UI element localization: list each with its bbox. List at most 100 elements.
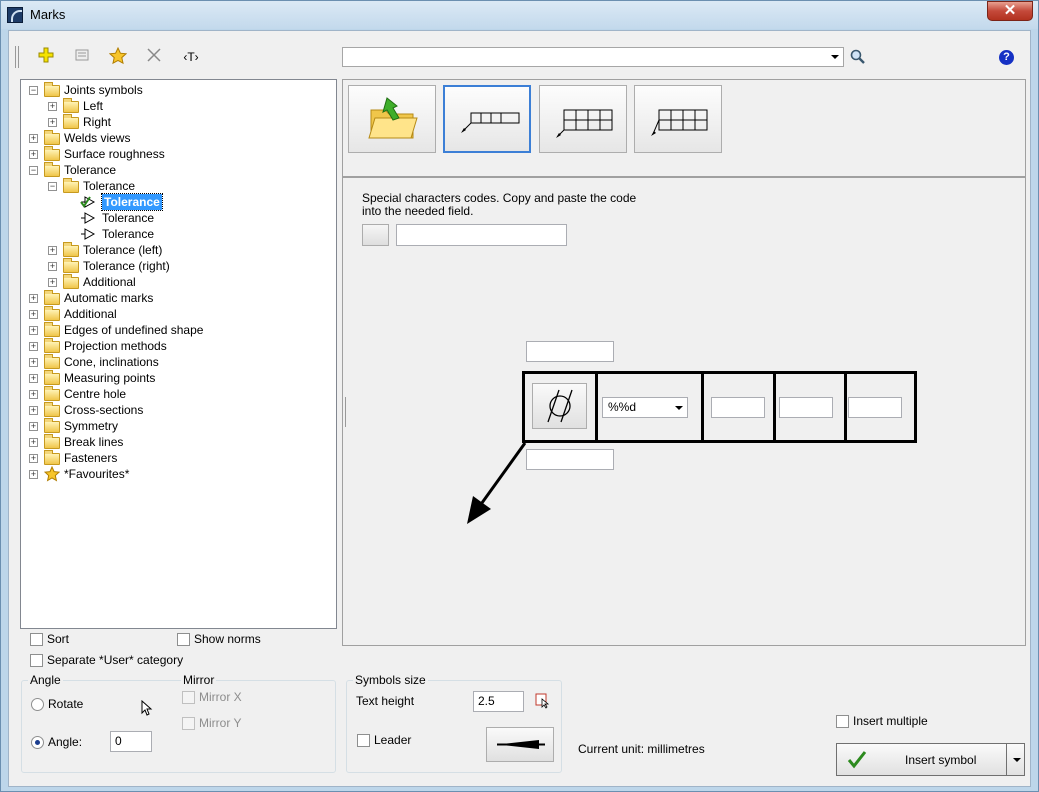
text-height-input[interactable]: 2.5 bbox=[473, 691, 524, 712]
tree-node[interactable]: + Welds views bbox=[21, 130, 336, 146]
tree-node[interactable]: − Tolerance bbox=[21, 162, 336, 178]
tree-node-label: Break lines bbox=[64, 435, 124, 449]
tree-node[interactable]: + Cross-sections bbox=[21, 402, 336, 418]
expand-icon[interactable]: + bbox=[48, 262, 57, 271]
leader-style-button[interactable] bbox=[486, 727, 554, 762]
folder-icon bbox=[44, 290, 60, 305]
chevron-down-icon[interactable] bbox=[1013, 758, 1021, 762]
delete-button[interactable] bbox=[144, 47, 164, 67]
rotate-radio[interactable]: Rotate bbox=[31, 697, 83, 713]
splitter-handle[interactable] bbox=[345, 397, 347, 427]
tree-node[interactable]: + Projection methods bbox=[21, 338, 336, 354]
insert-symbol-button[interactable]: Insert symbol bbox=[836, 743, 1025, 776]
expand-icon[interactable]: + bbox=[29, 422, 38, 431]
expand-icon[interactable]: + bbox=[29, 470, 38, 479]
leader-checkbox[interactable]: Leader bbox=[357, 733, 411, 749]
search-combo[interactable] bbox=[342, 47, 844, 67]
tree-node[interactable]: + Centre hole bbox=[21, 386, 336, 402]
expand-icon[interactable]: + bbox=[29, 342, 38, 351]
search-button[interactable] bbox=[849, 48, 867, 66]
tree-node[interactable]: − Joints symbols bbox=[21, 82, 336, 98]
expand-icon[interactable]: + bbox=[29, 150, 38, 159]
sort-checkbox[interactable]: Sort bbox=[30, 632, 69, 648]
tree-node-label: Additional bbox=[83, 275, 136, 289]
frame-bottom-field[interactable] bbox=[526, 449, 614, 470]
angle-input[interactable]: 0 bbox=[110, 731, 152, 752]
separate-user-checkbox[interactable]: Separate *User* category bbox=[30, 653, 183, 669]
tree-node[interactable]: + Edges of undefined shape bbox=[21, 322, 336, 338]
expand-icon[interactable]: + bbox=[29, 454, 38, 463]
favourite-button[interactable] bbox=[108, 46, 128, 67]
mirror-x-checkbox[interactable]: Mirror X bbox=[182, 690, 242, 706]
collapse-icon[interactable]: − bbox=[29, 86, 38, 95]
show-norms-checkbox[interactable]: Show norms bbox=[177, 632, 261, 648]
tree-node-label: Tolerance bbox=[102, 211, 155, 225]
expand-icon[interactable]: + bbox=[48, 118, 57, 127]
pick-from-drawing-icon[interactable] bbox=[535, 693, 551, 709]
tolerance-value-dropdown[interactable]: %%d bbox=[602, 397, 688, 418]
toolbar-grip[interactable] bbox=[15, 46, 19, 68]
tree-node[interactable]: + Automatic marks bbox=[21, 290, 336, 306]
expand-icon[interactable]: + bbox=[48, 246, 57, 255]
frame-top-field[interactable] bbox=[526, 341, 614, 362]
expand-icon[interactable]: + bbox=[29, 374, 38, 383]
insert-multiple-checkbox[interactable]: Insert multiple bbox=[836, 714, 928, 730]
mirror-y-checkbox[interactable]: Mirror Y bbox=[182, 716, 241, 732]
thumb-tolerance-1[interactable] bbox=[443, 85, 531, 153]
close-button[interactable]: ✕ bbox=[987, 1, 1033, 21]
expand-icon[interactable]: + bbox=[29, 294, 38, 303]
symbol-tree[interactable]: − Joints symbols + Left + Right + Welds views + S… bbox=[20, 79, 337, 629]
tree-node-label: Cross-sections bbox=[64, 403, 144, 417]
tolerance-value-text: %%d bbox=[608, 400, 637, 414]
expand-icon[interactable]: + bbox=[29, 134, 38, 143]
tree-node[interactable]: + Tolerance (left) bbox=[21, 242, 336, 258]
angle-radio[interactable]: Angle: bbox=[31, 735, 82, 751]
add-icon bbox=[38, 47, 54, 63]
datum-a-field[interactable] bbox=[711, 397, 765, 418]
tree-node[interactable]: + Additional bbox=[21, 274, 336, 290]
expand-icon[interactable]: + bbox=[29, 326, 38, 335]
tree-node[interactable]: + Surface roughness bbox=[21, 146, 336, 162]
properties-icon bbox=[75, 49, 89, 61]
thumb-open-folder[interactable] bbox=[348, 85, 436, 153]
tree-node[interactable]: + Symmetry bbox=[21, 418, 336, 434]
expand-icon[interactable]: + bbox=[29, 406, 38, 415]
collapse-icon[interactable]: − bbox=[48, 182, 57, 191]
datum-b-field[interactable] bbox=[779, 397, 833, 418]
search-icon bbox=[850, 49, 865, 64]
thumb-tolerance-2[interactable] bbox=[539, 85, 627, 153]
properties-button[interactable] bbox=[72, 47, 92, 67]
title-bar: Marks ✕ bbox=[1, 1, 1038, 29]
expand-icon[interactable]: + bbox=[29, 358, 38, 367]
special-chars-code-field[interactable] bbox=[396, 224, 567, 246]
datum-c-field[interactable] bbox=[848, 397, 902, 418]
thumb-tolerance-3[interactable] bbox=[634, 85, 722, 153]
tree-node[interactable]: + *Favourites* bbox=[21, 466, 336, 482]
tree-node[interactable]: + Tolerance (right) bbox=[21, 258, 336, 274]
special-chars-button[interactable] bbox=[362, 224, 389, 246]
expand-icon[interactable]: + bbox=[29, 310, 38, 319]
tree-node[interactable]: + Right bbox=[21, 114, 336, 130]
tree-node[interactable]: − Tolerance bbox=[21, 178, 336, 194]
insert-symbol-label: Insert symbol bbox=[905, 753, 977, 767]
expand-icon[interactable]: + bbox=[48, 278, 57, 287]
tree-node[interactable]: + Additional bbox=[21, 306, 336, 322]
tree-node[interactable]: + Fasteners bbox=[21, 450, 336, 466]
collapse-icon[interactable]: − bbox=[29, 166, 38, 175]
mirror-group-title: Mirror bbox=[181, 673, 217, 687]
tree-node[interactable]: Tolerance bbox=[21, 193, 336, 211]
tree-node[interactable]: + Left bbox=[21, 98, 336, 114]
tree-node[interactable]: Tolerance bbox=[21, 210, 336, 226]
show-norms-label: Show norms bbox=[194, 632, 261, 646]
tree-node[interactable]: + Measuring points bbox=[21, 370, 336, 386]
expand-icon[interactable]: + bbox=[29, 438, 38, 447]
characteristic-symbol-button[interactable] bbox=[532, 383, 587, 429]
help-icon[interactable]: ? bbox=[999, 50, 1014, 65]
text-icon[interactable]: ‹T› bbox=[179, 47, 203, 67]
expand-icon[interactable]: + bbox=[29, 390, 38, 399]
tree-node[interactable]: + Cone, inclinations bbox=[21, 354, 336, 370]
tree-node[interactable]: + Break lines bbox=[21, 434, 336, 450]
expand-icon[interactable]: + bbox=[48, 102, 57, 111]
tree-node[interactable]: Tolerance bbox=[21, 226, 336, 242]
add-button[interactable] bbox=[36, 47, 56, 67]
